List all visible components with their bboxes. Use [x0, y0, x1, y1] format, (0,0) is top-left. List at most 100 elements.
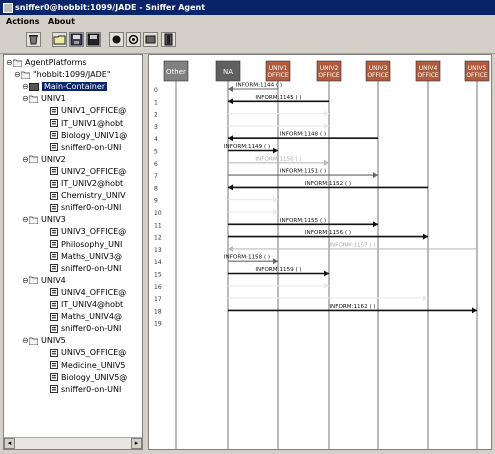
app-icon [3, 3, 13, 13]
tree-agent-label: IT_UNIV1@hobt [61, 118, 124, 128]
exit-button[interactable] [161, 32, 176, 47]
clear-canvas-button[interactable] [26, 32, 41, 47]
tree-horizontal-scrollbar[interactable]: ◂ ▸ [4, 437, 142, 449]
menu-actions[interactable]: Actions [4, 16, 41, 28]
message-label: INFORM:1151 ( ) [280, 169, 326, 175]
tree-container-univ2[interactable]: UNIV2 [29, 154, 66, 165]
message-label: INFORM:1156 ( ) [305, 230, 351, 236]
agent-label: UNIV3 [369, 65, 388, 72]
tree-agent-label: Chemistry_UNIV [61, 191, 126, 201]
tree-agent[interactable]: UNIV2_OFFICE@ [50, 166, 126, 177]
arrow-head [273, 147, 278, 154]
tree-container-univ5[interactable]: UNIV5 [29, 335, 66, 346]
tree-agent[interactable]: sniffer0-on-UNI [50, 384, 121, 395]
row-number: 15 [154, 272, 162, 279]
tree-agent-label: UNIV3_OFFICE@ [61, 227, 127, 237]
tree-agent[interactable]: Medicine_UNIV5 [50, 360, 126, 371]
tree-agent-label: sniffer0-on-UNI [61, 142, 122, 152]
scroll-left-arrow-icon[interactable]: ◂ [4, 438, 15, 449]
tree-agent[interactable]: sniffer0-on-UNI [50, 142, 121, 153]
row-number: 13 [154, 247, 162, 254]
arrow-head [228, 86, 233, 92]
agent-tree: AgentPlatforms ⊖ "hobbit:1099/JADE" ⊖ Main-C… [3, 54, 143, 450]
tree-container-univ3-expander-icon[interactable]: ⊖ [22, 216, 29, 224]
tree-agent-label: sniffer0-on-UNI [61, 203, 122, 213]
arrow-head [273, 196, 278, 203]
message-label: INFORM:1148 ( ) [280, 132, 326, 138]
tree-agent-label: UNIV4_OFFICE@ [61, 287, 127, 297]
row-number: 10 [154, 210, 162, 217]
arrow-head [228, 245, 233, 252]
tree-container-univ4-expander-icon[interactable]: ⊖ [22, 276, 29, 285]
tree-agent[interactable]: Philosophy_UNI [50, 239, 122, 250]
message-label: INFORM:1155 ( ) [280, 218, 326, 224]
tree-agent[interactable]: Maths_UNIV4@ [50, 311, 122, 322]
row-number: 6 [154, 161, 158, 168]
agent-label: NA [223, 68, 233, 76]
tree-agent-label: Biology_UNIV1@ [61, 130, 128, 140]
open-file-button[interactable] [52, 32, 67, 47]
tree-platform-expander-icon[interactable]: ⊖ [14, 71, 21, 79]
tree-agent[interactable]: UNIV4_OFFICE@ [50, 287, 126, 298]
tree-container-univ1[interactable]: UNIV1 [29, 93, 66, 104]
tree-agent[interactable]: Chemistry_UNIV [50, 190, 126, 201]
tree-agent[interactable]: sniffer0-on-UNI [50, 323, 121, 334]
message-label: INFORM:1149 ( ) [224, 144, 270, 150]
menu-bar: Actions About [0, 15, 495, 29]
save-button[interactable] [86, 32, 101, 47]
show-only-button[interactable] [143, 32, 158, 47]
scroll-right-arrow-icon[interactable]: ▸ [131, 438, 142, 449]
agent-label: UNIV4 [419, 65, 438, 72]
window-titlebar: sniffer0@hobbit:1099/JADE - Sniffer Agen… [0, 0, 495, 15]
message-label: INFORM:1159 ( ) [255, 267, 301, 273]
tree-container-univ3[interactable]: UNIV3 [29, 214, 66, 225]
tree-main-container-expander-icon[interactable]: ⊖ [22, 83, 29, 91]
tree-agent[interactable]: IT_UNIV4@hobt [50, 299, 123, 310]
arrow-head [472, 307, 477, 314]
tree-container-univ1-expander-icon[interactable]: ⊖ [22, 95, 29, 103]
arrow-head [324, 159, 329, 166]
message-label: INFORM:1157 ( ) [329, 242, 375, 248]
arrow-head [423, 233, 428, 240]
record-button[interactable] [109, 32, 124, 47]
tree-agent[interactable]: IT_UNIV2@hobt [50, 178, 123, 189]
agent-label: OFFICE [267, 72, 289, 79]
tree-agent[interactable]: UNIV3_OFFICE@ [50, 226, 126, 237]
save-as-button[interactable] [69, 32, 84, 47]
arrow-head [273, 209, 278, 215]
tree-agent[interactable]: UNIV1_OFFICE@ [50, 105, 126, 116]
tree-agent[interactable]: IT_UNIV1@hobt [50, 118, 123, 129]
agent-label: OFFICE [466, 72, 488, 79]
tree-agent[interactable]: Biology_UNIV1@ [50, 130, 127, 141]
tree-container-univ2-expander-icon[interactable]: ⊖ [22, 155, 29, 164]
tree-agent[interactable]: UNIV5_OFFICE@ [50, 347, 126, 358]
tree-agent[interactable]: sniffer0-on-UNI [50, 202, 121, 213]
row-number: 2 [154, 112, 158, 119]
tree-agent-label: IT_UNIV4@hobt [61, 300, 124, 309]
tree-agent-label: IT_UNIV2@hobt [61, 179, 124, 188]
tree-root-expander-icon[interactable]: ⊖ [6, 59, 13, 67]
tree-agent[interactable]: Biology_UNIV5@ [50, 372, 127, 383]
message-label: INFORM:1152 ( ) [305, 181, 351, 187]
save-icon [87, 33, 100, 46]
tree-container-univ5-expander-icon[interactable]: ⊖ [22, 337, 29, 345]
tree-container-univ5-label: UNIV5 [41, 336, 66, 346]
tree-main-container[interactable]: Main-Container [29, 81, 108, 92]
stop-button[interactable] [126, 32, 141, 47]
tree-agent-label: Medicine_UNIV5 [61, 360, 126, 370]
stop-icon [128, 34, 139, 45]
tree-container-univ4[interactable]: UNIV4 [29, 275, 66, 286]
agent-label: Other [166, 68, 186, 76]
message-label: INFORM:1150 ( ) [255, 156, 301, 162]
menu-about[interactable]: About [46, 16, 77, 28]
tree-platform[interactable]: "hobbit:1099/JADE" [21, 69, 111, 80]
tree-root[interactable]: AgentPlatforms [13, 57, 87, 68]
tree-agent[interactable]: sniffer0-on-UNI [50, 263, 121, 274]
tree-main-container-label: Main-Container [42, 82, 108, 92]
tree-agent-label: Philosophy_UNI [61, 239, 123, 249]
tree-agent[interactable]: Maths_UNIV3@ [50, 251, 122, 262]
row-number: 9 [154, 198, 158, 205]
sniffer-canvas[interactable]: Other NA UNIV1 OFFICE UNIV2 OFFICE UNIV3 OFFICE… [148, 54, 492, 450]
tree-agent-label: sniffer0-on-UNI [61, 384, 122, 394]
arrow-head [228, 135, 233, 142]
